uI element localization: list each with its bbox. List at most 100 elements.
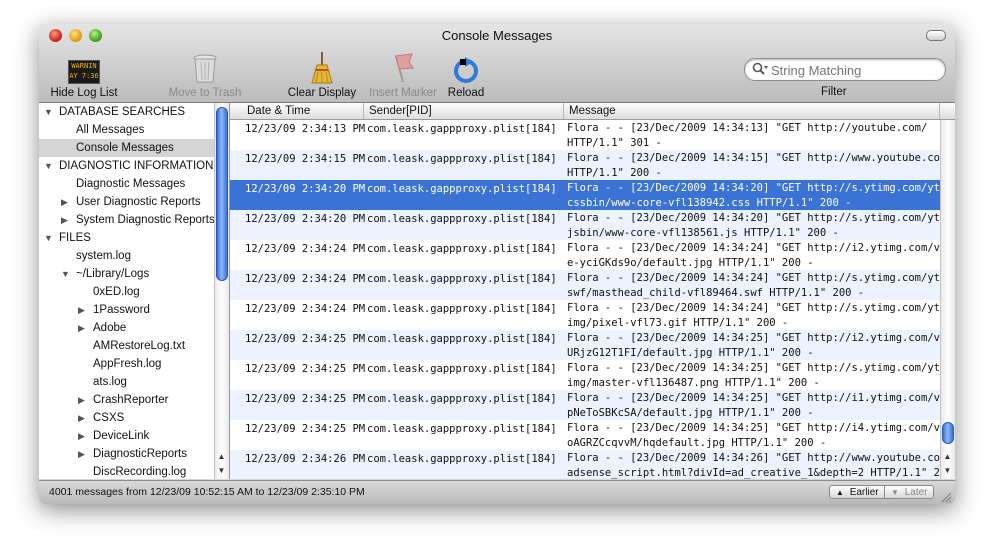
table-row[interactable]: 12/23/09 2:34:20 PM com.leask.gappproxy.p… xyxy=(230,180,946,210)
resize-grip-icon[interactable] xyxy=(941,492,952,503)
column-header-sender[interactable]: Sender[PID] xyxy=(364,103,564,119)
sidebar-item[interactable]: ▼ ~/Library/Logs xyxy=(39,265,228,283)
row-message-line: Flora - - [23/Dec/2009 14:34:25] "GET ht… xyxy=(567,362,947,374)
row-message-line: URjzG12T1FI/default.jpg HTTP/1.1" 200 - xyxy=(567,347,814,359)
sidebar-item[interactable]: ▶ DiagnosticReports xyxy=(39,445,228,463)
disclosure-closed-icon[interactable]: ▶ xyxy=(61,211,68,229)
row-date: 12/23/09 2:34:25 PM xyxy=(245,423,366,435)
sidebar-item[interactable]: ▶ 1Password xyxy=(39,301,228,319)
row-message: Flora - - [23/Dec/2009 14:34:25] "GET ht… xyxy=(567,421,953,451)
move-to-trash-button[interactable]: Move to Trash xyxy=(163,52,247,99)
table-row[interactable]: 12/23/09 2:34:20 PM com.leask.gappproxy.p… xyxy=(230,210,946,240)
table-row[interactable]: 12/23/09 2:34:15 PM com.leask.gappproxy.p… xyxy=(230,150,953,180)
row-sender: com.leask.gappproxy.plist[184] xyxy=(367,333,557,345)
trash-icon xyxy=(193,54,217,83)
hide-log-list-button[interactable]: WARNIN AY 7:36 Hide Log List xyxy=(49,52,119,99)
table-row[interactable]: 12/23/09 2:34:24 PM com.leask.gappproxy.p… xyxy=(230,300,946,330)
row-sender: com.leask.gappproxy.plist[184] xyxy=(367,363,557,375)
row-message-line: Flora - - [23/Dec/2009 14:34:25] "GET ht… xyxy=(567,392,953,404)
column-header-message[interactable]: Message xyxy=(564,103,940,119)
row-message: Flora - - [23/Dec/2009 14:34:26] "GET ht… xyxy=(567,451,953,479)
sidebar-item[interactable]: AMRestoreLog.txt xyxy=(39,337,228,355)
status-bar: 4001 messages from 12/23/09 10:52:15 AM … xyxy=(39,480,955,504)
sidebar-item-label: 1Password xyxy=(93,304,150,316)
move-to-trash-label: Move to Trash xyxy=(168,87,242,99)
table-row[interactable]: 12/23/09 2:34:25 PM com.leask.gappproxy.p… xyxy=(230,330,953,360)
log-list-sidebar: ▼ DATABASE SEARCHES All Messages Console Me… xyxy=(39,103,230,479)
row-message-line: img/pixel-vfl73.gif HTTP/1.1" 200 - xyxy=(567,317,789,329)
reload-button[interactable]: Reload xyxy=(443,52,489,99)
disclosure-closed-icon[interactable]: ▶ xyxy=(78,391,85,409)
row-date: 12/23/09 2:34:25 PM xyxy=(245,363,366,375)
sidebar-item[interactable]: ▶ User Diagnostic Reports xyxy=(39,193,228,211)
row-message: Flora - - [23/Dec/2009 14:34:25] "GET ht… xyxy=(567,391,953,421)
row-message-line: Flora - - [23/Dec/2009 14:34:24] "GET ht… xyxy=(567,302,947,314)
row-sender: com.leask.gappproxy.plist[184] xyxy=(367,423,557,435)
sidebar-item[interactable]: ats.log xyxy=(39,373,228,391)
window-title: Console Messages xyxy=(441,28,553,43)
disclosure-open-icon[interactable]: ▼ xyxy=(44,229,53,247)
earlier-button[interactable]: ▲ Earlier xyxy=(829,485,885,499)
sidebar-item-label: FILES xyxy=(59,232,91,244)
row-date: 12/23/09 2:34:24 PM xyxy=(245,273,366,285)
sidebar-scroll-thumb[interactable] xyxy=(216,107,228,281)
disclosure-closed-icon[interactable]: ▶ xyxy=(61,193,68,211)
row-message: Flora - - [23/Dec/2009 14:34:24] "GET ht… xyxy=(567,241,953,271)
toolbar-toggle-button[interactable] xyxy=(926,30,946,41)
table-row[interactable]: 12/23/09 2:34:24 PM com.leask.gappproxy.p… xyxy=(230,270,946,300)
table-row[interactable]: 12/23/09 2:34:25 PM com.leask.gappproxy.p… xyxy=(230,390,953,420)
sidebar-item[interactable]: ▶ Adobe xyxy=(39,319,228,337)
sidebar-scrollbar[interactable]: ▲ ▼ xyxy=(214,103,229,479)
disclosure-closed-icon[interactable]: ▶ xyxy=(78,409,85,427)
table-row[interactable]: 12/23/09 2:34:25 PM com.leask.gappproxy.p… xyxy=(230,420,953,450)
clear-display-button[interactable]: Clear Display xyxy=(284,52,360,99)
sidebar-item[interactable]: system.log xyxy=(39,247,228,265)
search-field[interactable] xyxy=(744,58,946,81)
column-header-date[interactable]: Date & Time xyxy=(242,103,364,119)
sidebar-item[interactable]: All Messages xyxy=(39,121,228,139)
row-sender: com.leask.gappproxy.plist[184] xyxy=(367,303,557,315)
disclosure-closed-icon[interactable]: ▶ xyxy=(78,319,85,337)
sidebar-item[interactable]: ▶ CSXS xyxy=(39,409,228,427)
disclosure-open-icon[interactable]: ▼ xyxy=(61,265,70,283)
sidebar-item-label: User Diagnostic Reports xyxy=(76,196,201,208)
table-row[interactable]: 12/23/09 2:34:26 PM com.leask.gappproxy.p… xyxy=(230,450,953,479)
sidebar-scroll-up-arrow-icon[interactable]: ▲ xyxy=(215,450,228,463)
sidebar-item-label: Diagnostic Messages xyxy=(76,178,186,190)
row-message-line: e-yciGKds9o/default.jpg HTTP/1.1" 200 - xyxy=(567,257,814,269)
table-row[interactable]: 12/23/09 2:34:24 PM com.leask.gappproxy.p… xyxy=(230,240,953,270)
sidebar-item[interactable]: ▶ DeviceLink xyxy=(39,427,228,445)
row-message-line: Flora - - [23/Dec/2009 14:34:25] "GET ht… xyxy=(567,332,953,344)
disclosure-open-icon[interactable]: ▼ xyxy=(44,103,53,121)
row-message-line: adsense_script.html?divId=ad_creative_1&… xyxy=(567,467,953,479)
row-message-line: Flora - - [23/Dec/2009 14:34:15] "GET ht… xyxy=(567,152,953,164)
table-row[interactable]: 12/23/09 2:34:25 PM com.leask.gappproxy.p… xyxy=(230,360,946,390)
table-scroll-thumb[interactable] xyxy=(942,422,954,444)
sidebar-item[interactable]: ▼ DATABASE SEARCHES xyxy=(39,103,228,121)
search-input[interactable] xyxy=(769,60,943,80)
row-date: 12/23/09 2:34:20 PM xyxy=(245,183,366,195)
sidebar-item[interactable]: Diagnostic Messages xyxy=(39,175,228,193)
insert-marker-button[interactable]: Insert Marker xyxy=(365,52,441,99)
sidebar-item[interactable]: ▼ FILES xyxy=(39,229,228,247)
sidebar-item[interactable]: ▼ DIAGNOSTIC INFORMATION xyxy=(39,157,228,175)
sidebar-item[interactable]: AppFresh.log xyxy=(39,355,228,373)
disclosure-open-icon[interactable]: ▼ xyxy=(44,157,53,175)
sidebar-item[interactable]: Console Messages xyxy=(39,139,228,157)
table-scroll-down-arrow-icon[interactable]: ▼ xyxy=(941,464,954,477)
sidebar-scroll-down-arrow-icon[interactable]: ▼ xyxy=(215,464,228,477)
sidebar-item[interactable]: DiscRecording.log xyxy=(39,463,228,479)
table-scrollbar[interactable]: ▲ ▼ xyxy=(940,120,955,479)
disclosure-closed-icon[interactable]: ▶ xyxy=(78,301,85,319)
table-scroll-up-arrow-icon[interactable]: ▲ xyxy=(941,450,954,463)
sidebar-item[interactable]: 0xED.log xyxy=(39,283,228,301)
message-count-status: 4001 messages from 12/23/09 10:52:15 AM … xyxy=(49,486,365,498)
sidebar-item[interactable]: ▶ CrashReporter xyxy=(39,391,228,409)
table-row[interactable]: 12/23/09 2:34:13 PM com.leask.gappproxy.p… xyxy=(230,120,940,150)
disclosure-closed-icon[interactable]: ▶ xyxy=(78,427,85,445)
sidebar-item-label: ats.log xyxy=(93,376,127,388)
later-button[interactable]: ▼ Later xyxy=(884,485,934,499)
disclosure-closed-icon[interactable]: ▶ xyxy=(78,445,85,463)
sidebar-item-label: CrashReporter xyxy=(93,394,169,406)
sidebar-item[interactable]: ▶ System Diagnostic Reports xyxy=(39,211,228,229)
